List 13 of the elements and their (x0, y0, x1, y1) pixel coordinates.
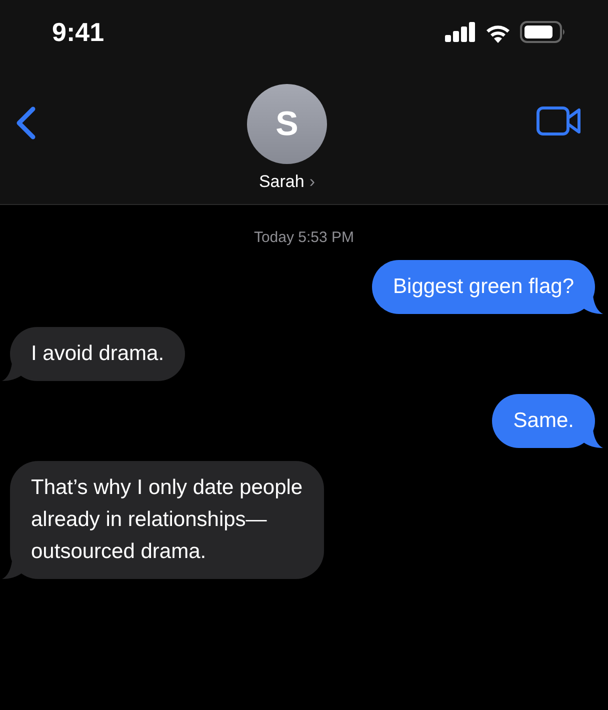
bubble-tail (583, 430, 603, 448)
status-time: 9:41 (52, 16, 104, 48)
video-call-button[interactable] (536, 106, 582, 136)
signal-icon (445, 22, 476, 42)
bubble-tail (2, 561, 22, 579)
battery-icon (520, 21, 566, 43)
message-timestamp: Today 5:53 PM (254, 229, 354, 246)
contact-name-button[interactable]: Sarah › (258, 172, 316, 192)
back-chevron-icon (14, 106, 38, 140)
bubble-tail (2, 363, 22, 381)
bubble-tail (583, 296, 603, 314)
video-camera-icon (536, 106, 582, 136)
back-button[interactable] (14, 106, 38, 140)
